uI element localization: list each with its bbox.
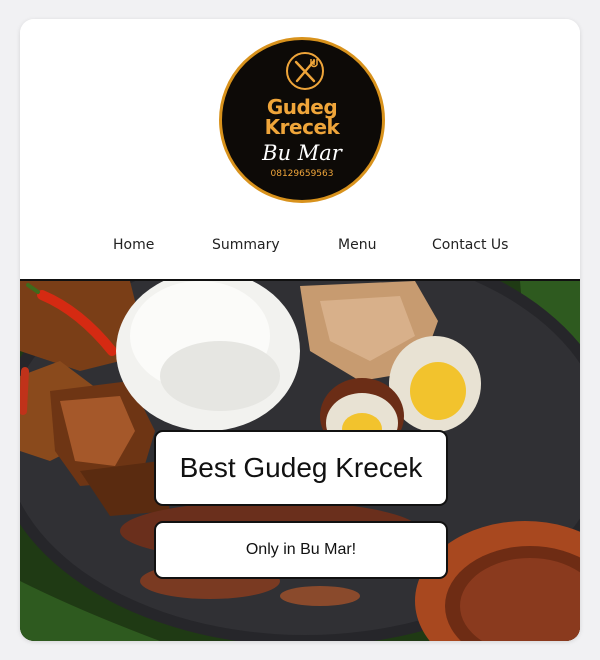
brand-logo[interactable]: Gudeg Krecek Bu Mar 08129659563 bbox=[219, 37, 385, 203]
hero-section: Best Gudeg Krecek Only in Bu Mar! bbox=[20, 279, 580, 641]
fork-knife-icon bbox=[286, 52, 324, 90]
page-card: Gudeg Krecek Bu Mar 08129659563 Home Sum… bbox=[20, 19, 580, 641]
hero-subtitle: Only in Bu Mar! bbox=[154, 521, 448, 579]
main-nav: Home Summary Menu Contact Us bbox=[20, 232, 580, 258]
nav-contact-link[interactable]: Contact Us bbox=[432, 232, 508, 258]
site-header: Gudeg Krecek Bu Mar 08129659563 Home Sum… bbox=[20, 19, 580, 280]
logo-phone: 08129659563 bbox=[270, 169, 334, 179]
hero-title: Best Gudeg Krecek bbox=[154, 430, 448, 506]
nav-home-link[interactable]: Home bbox=[113, 232, 154, 258]
logo-script-text: Bu Mar bbox=[262, 141, 342, 165]
logo-text-line2: Krecek bbox=[264, 115, 340, 139]
nav-menu-link[interactable]: Menu bbox=[338, 232, 376, 258]
nav-summary-link[interactable]: Summary bbox=[212, 232, 280, 258]
